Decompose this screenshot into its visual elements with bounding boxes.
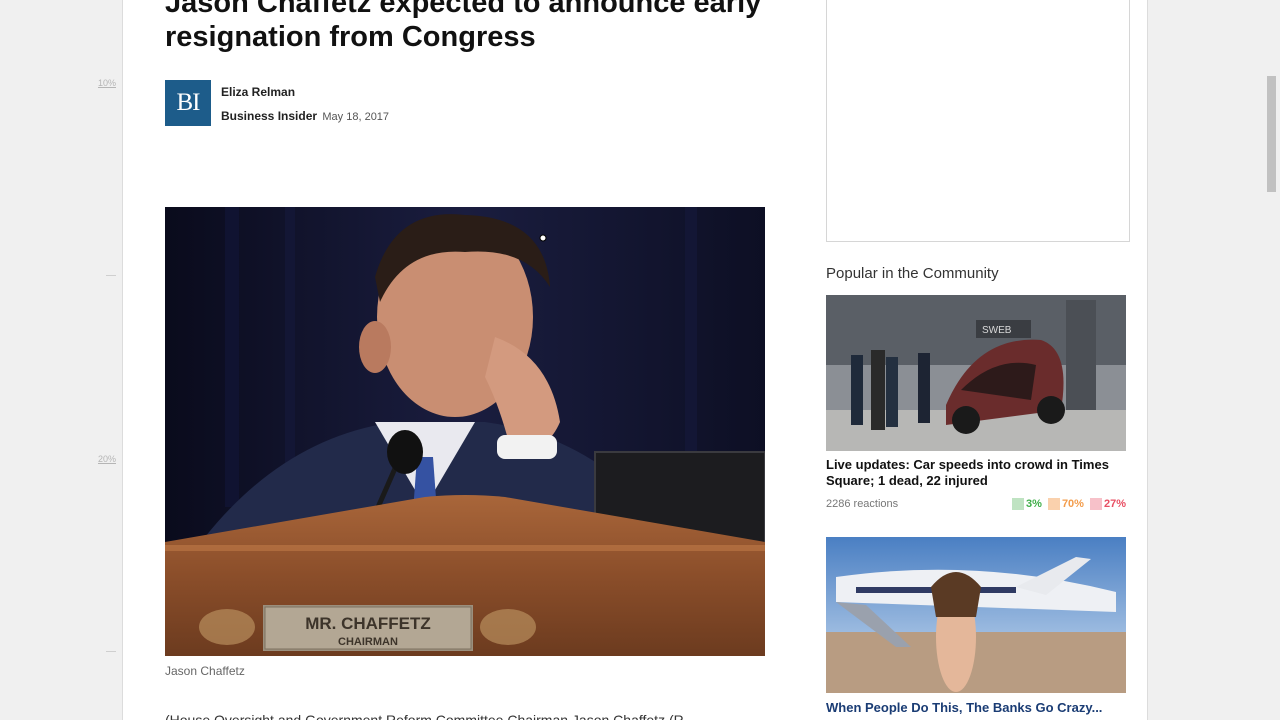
triangle-icon bbox=[1089, 498, 1102, 510]
scroll-marker-10: 10% bbox=[97, 78, 116, 88]
jet-photo bbox=[826, 537, 1126, 693]
reaction-stat-positive[interactable]: 3% bbox=[1012, 498, 1042, 510]
square-icon bbox=[1047, 498, 1060, 510]
article-headline: Jason Chaffetz expected to announce earl… bbox=[165, 0, 762, 53]
publish-date: May 18, 2017 bbox=[322, 111, 390, 123]
reactions-row: 2286 reactions 3% 70% 27% bbox=[826, 498, 1126, 512]
article-page: Jason Chaffetz expected to announce earl… bbox=[122, 0, 1148, 720]
card-title-times-square[interactable]: Live updates: Car speeds into crowd in T… bbox=[826, 457, 1126, 489]
left-gutter: 10% 20% bbox=[0, 0, 122, 720]
ad-slot[interactable] bbox=[826, 0, 1130, 242]
svg-text:SWEB: SWEB bbox=[982, 325, 1012, 336]
hero-image[interactable]: MR. CHAFFETZ CHAIRMAN bbox=[165, 207, 765, 656]
page-scrollbar[interactable] bbox=[1263, 0, 1280, 720]
reaction-count: 2286 reactions bbox=[826, 498, 899, 510]
scrollbar-thumb[interactable] bbox=[1267, 76, 1276, 192]
byline: BI Eliza Relman Business Insider May 18,… bbox=[165, 80, 389, 127]
author-name[interactable]: Eliza Relman bbox=[221, 85, 389, 99]
card-title-banks[interactable]: When People Do This, The Banks Go Crazy.… bbox=[826, 700, 1102, 715]
scroll-marker-20: 20% bbox=[97, 454, 116, 464]
reaction-stat-neutral-value: 70% bbox=[1061, 498, 1084, 510]
scroll-tick bbox=[106, 275, 116, 276]
publisher-logo[interactable]: BI bbox=[165, 80, 211, 126]
reaction-stat-positive-value: 3% bbox=[1026, 498, 1042, 510]
scroll-tick bbox=[106, 651, 116, 652]
card-image-times-square[interactable]: SWEB bbox=[826, 295, 1126, 451]
image-caption: Jason Chaffetz bbox=[165, 664, 245, 678]
card-image-banks[interactable] bbox=[826, 537, 1126, 693]
hero-photo: MR. CHAFFETZ CHAIRMAN bbox=[165, 207, 765, 656]
nameplate-subtitle: CHAIRMAN bbox=[338, 636, 398, 648]
publisher-name[interactable]: Business Insider bbox=[221, 109, 317, 123]
triangle-icon bbox=[1012, 498, 1025, 510]
times-square-photo: SWEB bbox=[826, 295, 1126, 451]
reaction-stat-negative[interactable]: 27% bbox=[1089, 498, 1126, 510]
reaction-stat-negative-value: 27% bbox=[1103, 498, 1126, 510]
nameplate-text: MR. CHAFFETZ bbox=[305, 614, 431, 633]
reaction-stat-neutral[interactable]: 70% bbox=[1047, 498, 1084, 510]
popular-section-title: Popular in the Community bbox=[826, 265, 999, 282]
article-body: (House Oversight and Government Reform C… bbox=[165, 712, 689, 720]
